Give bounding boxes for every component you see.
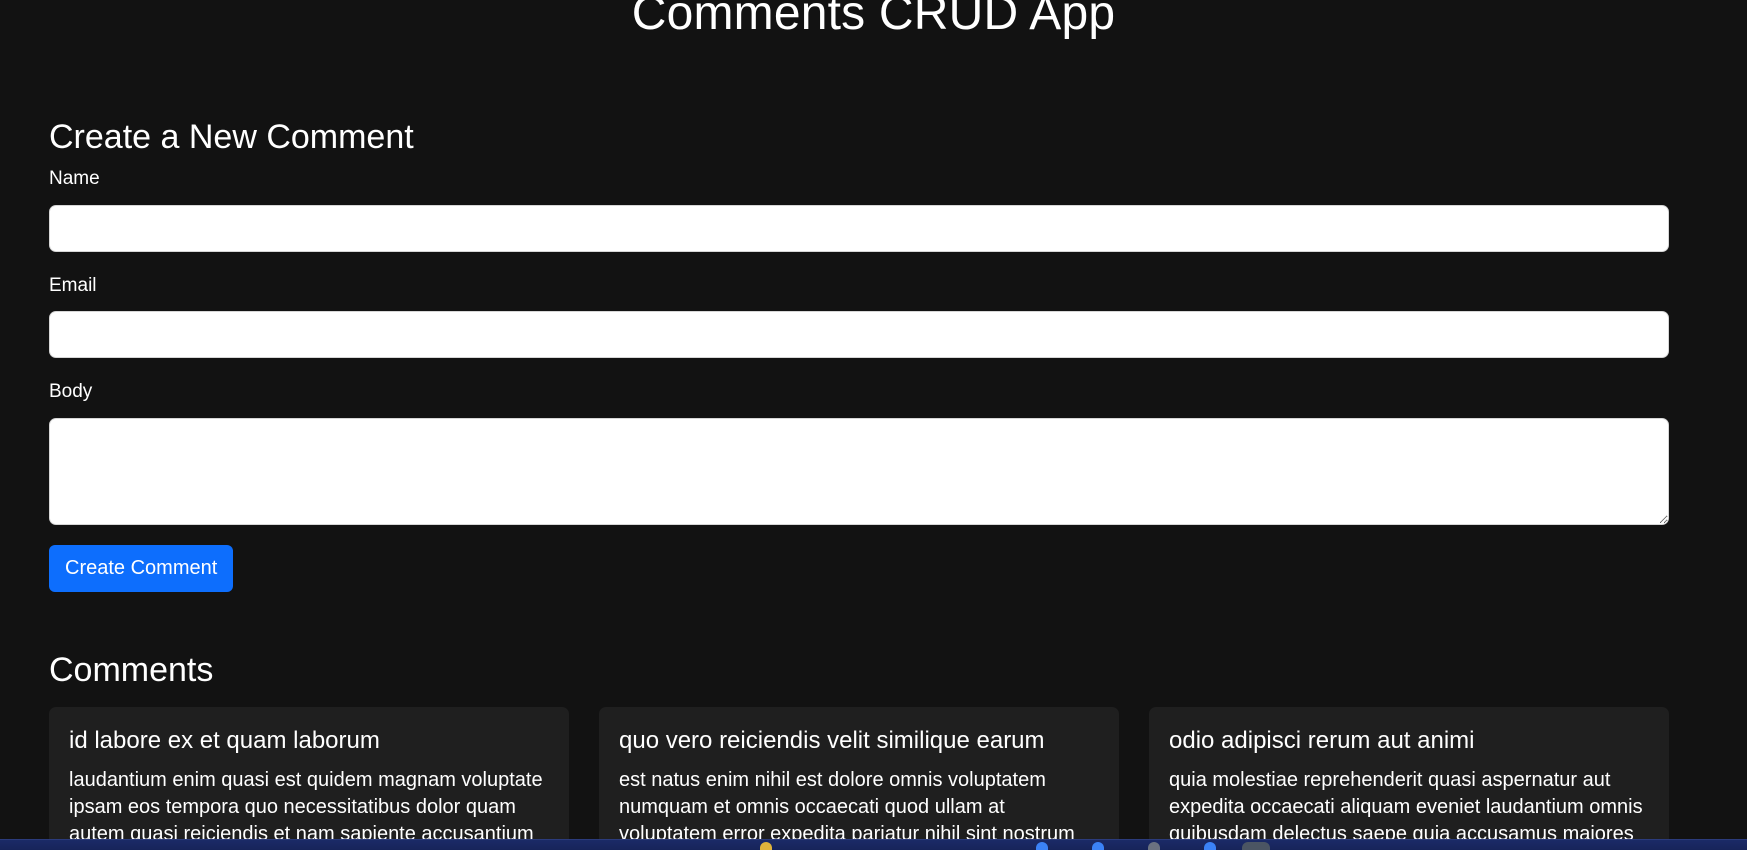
app-title: Comments CRUD App: [631, 0, 1116, 40]
app-icon[interactable]: [1204, 842, 1216, 850]
comment-card: id labore ex et quam laborum laudantium …: [49, 706, 569, 850]
comment-title: odio adipisci rerum aut animi: [1169, 726, 1475, 754]
comment-body: est natus enim nihil est dolore omnis vo…: [619, 768, 1075, 845]
create-comment-title: Create a New Comment: [49, 118, 414, 156]
app-icon[interactable]: [1092, 842, 1104, 850]
main-content: Create a New Comment Name Email Body Cre…: [49, 117, 1669, 850]
windows-taskbar: [0, 839, 1747, 850]
comment-title: id labore ex et quam laborum: [69, 726, 380, 754]
browser-icon[interactable]: [760, 842, 772, 850]
email-field-group: Email: [49, 275, 1669, 359]
comment-card: odio adipisci rerum aut animi quia moles…: [1149, 706, 1669, 850]
comments-section: Comments id labore ex et quam laborum la…: [49, 650, 1669, 850]
comment-card: quo vero reiciendis velit similique earu…: [599, 706, 1119, 850]
create-comment-form: Name Email Body Create Comment: [49, 168, 1669, 593]
comments-crud-page: Comments CRUD App Create a New Comment N…: [0, 0, 1747, 850]
comment-body: quia molestiae reprehenderit quasi asper…: [1169, 768, 1643, 850]
create-comment-button[interactable]: Create Comment: [49, 545, 234, 593]
app-icon[interactable]: [1036, 842, 1048, 850]
email-label: Email: [49, 274, 97, 296]
app-icon[interactable]: [1148, 842, 1160, 850]
name-input[interactable]: [49, 204, 1669, 252]
name-label: Name: [49, 167, 100, 189]
comment-title: quo vero reiciendis velit similique earu…: [619, 726, 1045, 754]
comments-title: Comments: [49, 651, 214, 690]
email-input[interactable]: [49, 311, 1669, 359]
comment-body: laudantium enim quasi est quidem magnam …: [69, 768, 543, 845]
create-comment-section: Create a New Comment Name Email Body Cre…: [49, 117, 1669, 593]
body-field-group: Body: [49, 381, 1669, 526]
active-app-icon[interactable]: [1242, 842, 1270, 850]
body-label: Body: [49, 381, 93, 403]
name-field-group: Name: [49, 168, 1669, 252]
body-textarea[interactable]: [49, 418, 1669, 526]
comments-list: id labore ex et quam laborum laudantium …: [49, 706, 1669, 850]
